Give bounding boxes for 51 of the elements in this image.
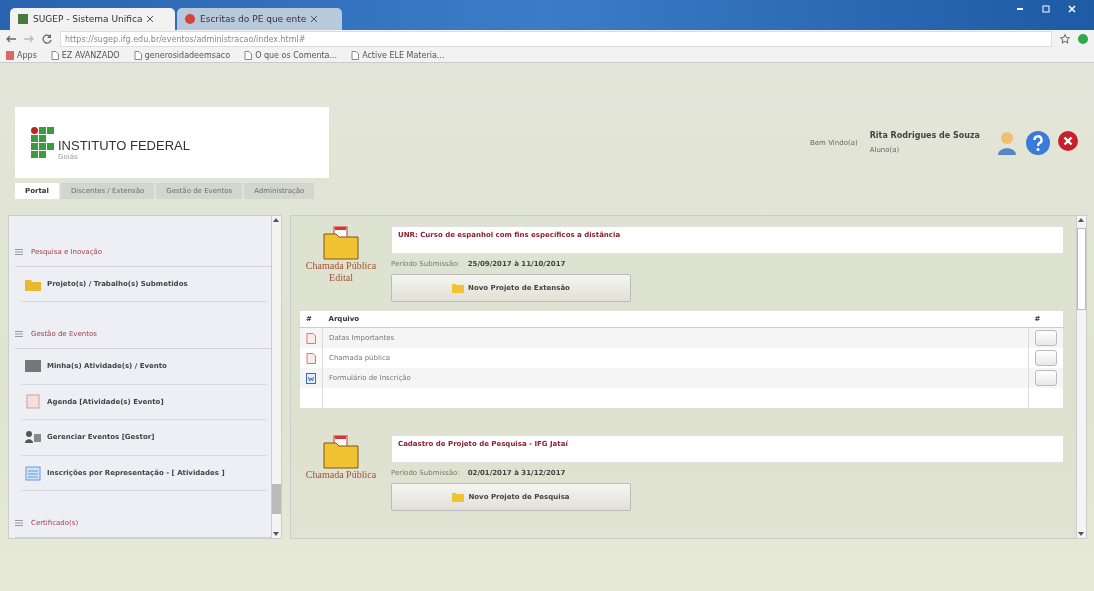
close-icon[interactable] — [1058, 130, 1078, 151]
extension-icon[interactable] — [1078, 34, 1088, 44]
call-caption: Edital — [329, 272, 353, 284]
scroll-down-icon[interactable] — [272, 530, 280, 538]
menu-icon — [15, 248, 23, 255]
page-icon — [351, 50, 360, 60]
folder-icon — [452, 492, 465, 502]
page-icon — [50, 50, 59, 60]
list-icon — [25, 465, 41, 481]
app-icon — [18, 14, 28, 24]
page-icon — [185, 14, 195, 24]
pdf-icon — [306, 352, 316, 364]
browser-tab[interactable]: Escritas do PE que ente — [177, 8, 342, 30]
bookmark[interactable]: EZ AVANZADO — [50, 50, 120, 60]
menu-icon — [15, 520, 23, 527]
call-caption: Chamada Pública — [305, 469, 377, 481]
page-icon — [244, 50, 253, 60]
user-name: Rita Rodrigues de Souza — [869, 131, 980, 140]
scrollbar-thumb[interactable] — [1077, 228, 1086, 310]
star-icon[interactable] — [1060, 34, 1070, 44]
scroll-down-icon[interactable] — [1077, 530, 1085, 538]
scroll-up-icon[interactable] — [1077, 216, 1085, 224]
close-tab-icon[interactable] — [147, 16, 154, 22]
folder-icon — [323, 226, 359, 260]
bookmark[interactable]: generosidadeemsaco — [133, 50, 231, 60]
people-icon — [25, 430, 41, 445]
scrollbar-thumb[interactable] — [272, 484, 281, 514]
menu-icon — [15, 331, 23, 338]
call-caption: Chamada Pública — [305, 260, 377, 272]
scrollbar[interactable] — [271, 216, 281, 538]
close-tab-icon[interactable] — [311, 16, 318, 22]
document-icon — [306, 372, 316, 384]
apps-icon — [6, 50, 14, 60]
bookmark[interactable]: Apps — [6, 50, 37, 60]
reload-icon[interactable] — [42, 34, 52, 44]
logo-icon — [31, 127, 54, 158]
bookmark[interactable]: Active ELE Materia... — [351, 50, 445, 60]
logo-title: INSTITUTO FEDERAL — [58, 138, 190, 153]
browser-tab[interactable]: SUGEP - Sistema Unifica — [10, 8, 175, 30]
square-icon — [25, 358, 41, 374]
address-bar[interactable]: https://sugep.ifg.edu.br/eventos/administracao/index.html# — [60, 31, 1052, 47]
bookmark[interactable]: O que os Comenta... — [244, 50, 338, 60]
folder-icon — [323, 435, 359, 469]
back-icon[interactable] — [6, 34, 16, 44]
scrollbar[interactable] — [1076, 216, 1086, 538]
user-icon[interactable] — [996, 130, 1018, 155]
folder-icon — [452, 283, 465, 293]
page-icon — [133, 50, 142, 60]
scroll-up-icon[interactable] — [272, 216, 280, 224]
help-icon[interactable] — [1026, 130, 1050, 155]
pdf-icon — [306, 332, 316, 344]
